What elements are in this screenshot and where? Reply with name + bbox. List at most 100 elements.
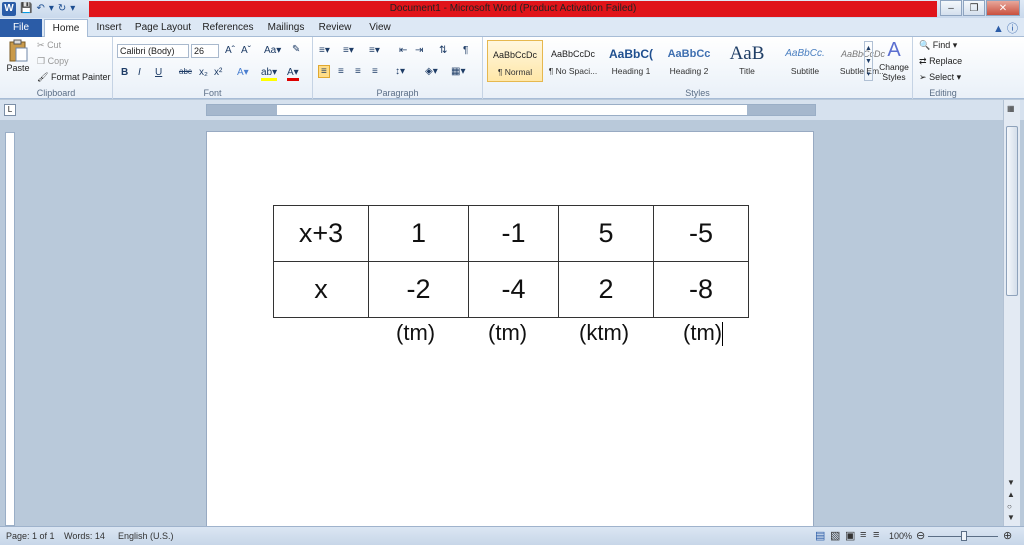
style-heading-1[interactable]: AaBbC( Heading 1 bbox=[603, 40, 659, 82]
restore-button[interactable]: ❐ bbox=[963, 0, 985, 16]
align-left-icon[interactable]: ≡ bbox=[318, 65, 330, 78]
superscript-icon[interactable]: x² bbox=[214, 67, 222, 78]
dropdown-arrow-icon[interactable]: ▾ bbox=[49, 2, 54, 16]
zoom-slider-thumb[interactable] bbox=[961, 531, 967, 541]
copy-button[interactable]: ❐ Copy bbox=[37, 56, 69, 67]
zoom-out-icon[interactable]: ⊖ bbox=[916, 529, 925, 542]
select-button[interactable]: ➢ Select ▾ bbox=[919, 72, 961, 83]
style-subtitle[interactable]: AaBbCc. Subtitle bbox=[777, 40, 833, 82]
numbering-icon[interactable]: ≡▾ bbox=[343, 45, 354, 56]
tab-insert[interactable]: Insert bbox=[90, 19, 128, 37]
scroll-down-arrow-icon[interactable]: ▼ bbox=[1007, 478, 1015, 487]
find-button[interactable]: 🔍 Find ▾ bbox=[919, 40, 957, 51]
print-layout-icon[interactable]: ▤ bbox=[815, 529, 825, 542]
table-cell[interactable]: 1 bbox=[368, 205, 469, 262]
italic-icon[interactable]: I bbox=[138, 67, 141, 78]
increase-indent-icon[interactable]: ⇥ bbox=[415, 45, 423, 56]
previous-page-icon[interactable]: ▲ bbox=[1007, 490, 1015, 499]
outline-icon[interactable]: ≡ bbox=[860, 529, 866, 541]
ruler-toggle-icon[interactable]: ▦ bbox=[1007, 104, 1015, 113]
full-screen-reading-icon[interactable]: ▧ bbox=[830, 529, 840, 542]
close-button[interactable]: ✕ bbox=[986, 0, 1020, 16]
table-row: x+3 1 -1 5 -5 bbox=[273, 205, 749, 262]
table-cell[interactable]: -1 bbox=[468, 205, 559, 262]
shrink-font-icon[interactable]: Aˇ bbox=[241, 45, 251, 56]
change-styles-button[interactable]: A Change Styles bbox=[876, 39, 912, 82]
change-case-icon[interactable]: Aa▾ bbox=[264, 45, 281, 56]
language-indicator[interactable]: English (U.S.) bbox=[118, 531, 174, 541]
next-page-icon[interactable]: ▼ bbox=[1007, 513, 1015, 522]
document-page[interactable]: x+3 1 -1 5 -5 x -2 -4 2 -8 (tm) (tm) (kt… bbox=[206, 131, 814, 531]
text-effects-icon[interactable]: A▾ bbox=[237, 67, 249, 78]
underline-icon[interactable]: U bbox=[155, 67, 162, 78]
web-layout-icon[interactable]: ▣ bbox=[845, 529, 855, 542]
ribbon: Paste ✂ Cut ❐ Copy 🖌 Format Painter Clip… bbox=[0, 37, 1024, 99]
shading-icon[interactable]: ◈▾ bbox=[425, 66, 438, 77]
grow-font-icon[interactable]: Aˆ bbox=[225, 45, 235, 56]
tab-page-layout[interactable]: Page Layout bbox=[132, 19, 194, 37]
highlight-icon[interactable]: ab▾ bbox=[261, 67, 278, 81]
style-heading-2[interactable]: AaBbCc Heading 2 bbox=[661, 40, 717, 82]
page-count[interactable]: Page: 1 of 1 bbox=[6, 531, 55, 541]
sort-icon[interactable]: ⇅ bbox=[439, 45, 447, 56]
font-color-icon[interactable]: A▾ bbox=[287, 67, 299, 81]
bold-icon[interactable]: B bbox=[121, 67, 128, 78]
save-icon[interactable]: 💾 bbox=[20, 2, 32, 16]
table-cell[interactable]: x+3 bbox=[273, 205, 369, 262]
vertical-ruler[interactable] bbox=[5, 132, 15, 526]
draft-icon[interactable]: ≡ bbox=[873, 529, 879, 541]
horizontal-ruler[interactable] bbox=[206, 104, 816, 116]
font-size-box[interactable]: 26 bbox=[191, 44, 219, 58]
bullets-icon[interactable]: ≡▾ bbox=[319, 45, 330, 56]
line-spacing-icon[interactable]: ↕▾ bbox=[395, 66, 405, 77]
tab-mailings[interactable]: Mailings bbox=[263, 19, 309, 37]
clear-format-icon[interactable]: ✎ bbox=[292, 44, 300, 55]
style-no-spacing[interactable]: AaBbCcDc ¶ No Spaci... bbox=[545, 40, 601, 82]
borders-icon[interactable]: ▦▾ bbox=[451, 66, 465, 77]
justify-icon[interactable]: ≡ bbox=[372, 66, 378, 77]
zoom-in-icon[interactable]: ⊕ bbox=[1003, 529, 1012, 542]
strikethrough-icon[interactable]: abc bbox=[179, 67, 192, 76]
word-count[interactable]: Words: 14 bbox=[64, 531, 105, 541]
table-cell[interactable]: -8 bbox=[653, 261, 749, 318]
paste-button[interactable]: Paste bbox=[4, 39, 32, 73]
style-normal[interactable]: AaBbCcDc ¶ Normal bbox=[487, 40, 543, 82]
style-title[interactable]: AaB Title bbox=[719, 40, 775, 82]
table-cell[interactable]: -4 bbox=[468, 261, 559, 318]
tab-selector-icon[interactable]: L bbox=[4, 104, 16, 116]
replace-button[interactable]: ⇄ Replace bbox=[919, 56, 962, 67]
minimize-button[interactable]: – bbox=[940, 0, 962, 16]
zoom-level[interactable]: 100% bbox=[889, 531, 912, 541]
table-cell[interactable]: 2 bbox=[558, 261, 654, 318]
tab-references[interactable]: References bbox=[199, 19, 257, 37]
subscript-icon[interactable]: x₂ bbox=[199, 67, 208, 78]
decrease-indent-icon[interactable]: ⇤ bbox=[399, 45, 407, 56]
multilevel-list-icon[interactable]: ≡▾ bbox=[369, 45, 380, 56]
scroll-thumb[interactable] bbox=[1006, 126, 1018, 296]
tab-view[interactable]: View bbox=[362, 19, 398, 37]
table-cell[interactable]: -5 bbox=[653, 205, 749, 262]
align-center-icon[interactable]: ≡ bbox=[338, 66, 344, 77]
format-painter-button[interactable]: 🖌 Format Painter bbox=[37, 72, 110, 83]
table-cell[interactable]: x bbox=[273, 261, 369, 318]
tab-review[interactable]: Review bbox=[315, 19, 355, 37]
tab-file[interactable]: File bbox=[0, 19, 42, 37]
word-icon[interactable]: W bbox=[2, 2, 16, 16]
browse-object-icon[interactable]: ○ bbox=[1007, 502, 1012, 511]
customize-qat-icon[interactable]: ▾ bbox=[70, 2, 75, 16]
data-table[interactable]: x+3 1 -1 5 -5 x -2 -4 2 -8 bbox=[273, 205, 749, 318]
undo-icon[interactable]: ↶ bbox=[36, 2, 44, 16]
window-title: Document1 - Microsoft Word (Product Acti… bbox=[89, 1, 937, 17]
table-cell[interactable]: -2 bbox=[368, 261, 469, 318]
styles-scroll-icon[interactable]: ▲ ▼ ▾ bbox=[864, 41, 873, 81]
align-right-icon[interactable]: ≡ bbox=[355, 66, 361, 77]
text-caret bbox=[722, 322, 724, 347]
tab-home[interactable]: Home bbox=[44, 19, 88, 37]
font-name-box[interactable]: Calibri (Body) bbox=[117, 44, 189, 58]
redo-icon[interactable]: ↻ bbox=[58, 2, 66, 16]
cut-button[interactable]: ✂ Cut bbox=[37, 40, 61, 51]
show-marks-icon[interactable]: ¶ bbox=[463, 45, 468, 56]
help-icon[interactable]: ▲ ⓘ bbox=[993, 20, 1018, 36]
vertical-scrollbar[interactable]: ▦ ▼ ▲ ○ ▼ bbox=[1003, 100, 1020, 526]
table-cell[interactable]: 5 bbox=[558, 205, 654, 262]
